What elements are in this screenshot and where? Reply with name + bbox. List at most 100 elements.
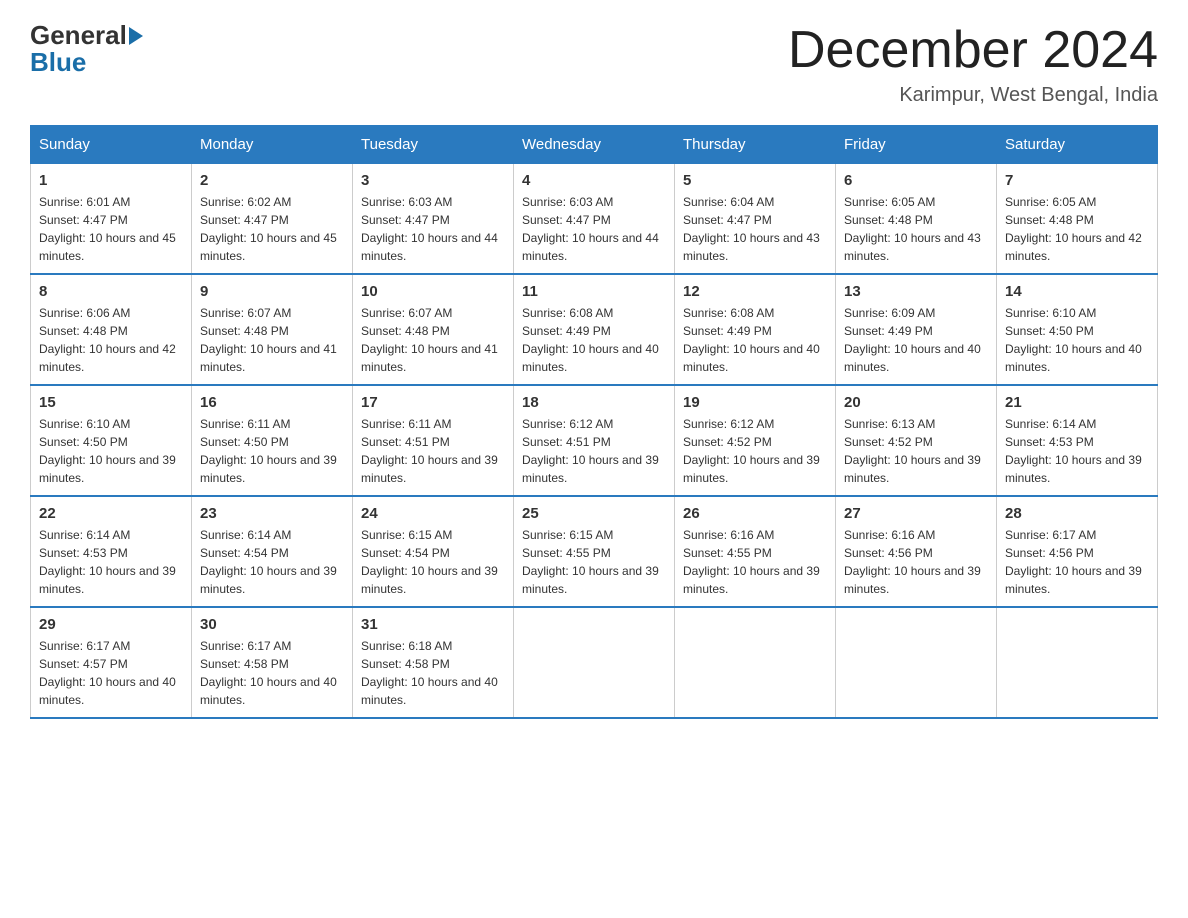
day-info: Sunrise: 6:17 AMSunset: 4:58 PMDaylight:… [200,637,344,709]
calendar-cell [836,607,997,718]
calendar-cell: 2Sunrise: 6:02 AMSunset: 4:47 PMDaylight… [192,164,353,275]
day-number: 13 [844,283,988,300]
weekday-header-thursday: Thursday [675,126,836,164]
calendar-cell: 25Sunrise: 6:15 AMSunset: 4:55 PMDayligh… [514,496,675,607]
day-info: Sunrise: 6:07 AMSunset: 4:48 PMDaylight:… [361,304,505,376]
day-number: 27 [844,505,988,522]
day-number: 7 [1005,172,1149,189]
calendar-cell: 22 Sunrise: 6:14 AMSunset: 4:53 PMDayligh… [31,496,192,607]
calendar-week-row: 15Sunrise: 6:10 AMSunset: 4:50 PMDayligh… [31,385,1158,496]
calendar-cell: 1 Sunrise: 6:01 AMSunset: 4:47 PMDaylight… [31,164,192,275]
day-info: Sunrise: 6:09 AMSunset: 4:49 PMDaylight:… [844,304,988,376]
day-info: Sunrise: 6:15 AMSunset: 4:54 PMDaylight:… [361,526,505,598]
day-number: 5 [683,172,827,189]
calendar-cell: 27 Sunrise: 6:16 AMSunset: 4:56 PMDayligh… [836,496,997,607]
day-number: 16 [200,394,344,411]
calendar-cell [997,607,1158,718]
calendar-cell: 15Sunrise: 6:10 AMSunset: 4:50 PMDayligh… [31,385,192,496]
calendar-week-row: 22 Sunrise: 6:14 AMSunset: 4:53 PMDayligh… [31,496,1158,607]
day-number: 26 [683,505,827,522]
day-info: Sunrise: 6:06 AMSunset: 4:48 PMDaylight:… [39,304,183,376]
calendar-cell: 8Sunrise: 6:06 AMSunset: 4:48 PMDaylight… [31,274,192,385]
day-info: Sunrise: 6:16 AMSunset: 4:56 PMDaylight:… [844,526,988,598]
day-info: Sunrise: 6:01 AMSunset: 4:47 PMDaylight:… [39,193,183,265]
calendar-cell: 16 Sunrise: 6:11 AMSunset: 4:50 PMDayligh… [192,385,353,496]
day-info: Sunrise: 6:12 AMSunset: 4:51 PMDaylight:… [522,415,666,487]
day-info: Sunrise: 6:14 AMSunset: 4:53 PMDaylight:… [1005,415,1149,487]
day-number: 28 [1005,505,1149,522]
day-info: Sunrise: 6:07 AMSunset: 4:48 PMDaylight:… [200,304,344,376]
calendar-cell: 4 Sunrise: 6:03 AMSunset: 4:47 PMDaylight… [514,164,675,275]
calendar-cell: 3Sunrise: 6:03 AMSunset: 4:47 PMDaylight… [353,164,514,275]
calendar-cell: 9 Sunrise: 6:07 AMSunset: 4:48 PMDaylight… [192,274,353,385]
calendar-cell [675,607,836,718]
calendar-cell: 13 Sunrise: 6:09 AMSunset: 4:49 PMDayligh… [836,274,997,385]
day-number: 30 [200,616,344,633]
day-number: 18 [522,394,666,411]
day-info: Sunrise: 6:12 AMSunset: 4:52 PMDaylight:… [683,415,827,487]
day-info: Sunrise: 6:08 AMSunset: 4:49 PMDaylight:… [683,304,827,376]
day-number: 14 [1005,283,1149,300]
day-info: Sunrise: 6:13 AMSunset: 4:52 PMDaylight:… [844,415,988,487]
day-number: 10 [361,283,505,300]
day-info: Sunrise: 6:08 AMSunset: 4:49 PMDaylight:… [522,304,666,376]
day-number: 23 [200,505,344,522]
day-info: Sunrise: 6:17 AMSunset: 4:57 PMDaylight:… [39,637,183,709]
weekday-header-friday: Friday [836,126,997,164]
day-info: Sunrise: 6:11 AMSunset: 4:50 PMDaylight:… [200,415,344,487]
calendar-cell: 6Sunrise: 6:05 AMSunset: 4:48 PMDaylight… [836,164,997,275]
day-number: 2 [200,172,344,189]
day-info: Sunrise: 6:18 AMSunset: 4:58 PMDaylight:… [361,637,505,709]
day-number: 9 [200,283,344,300]
month-title: December 2024 [788,20,1158,80]
day-number: 22 [39,505,183,522]
day-info: Sunrise: 6:17 AMSunset: 4:56 PMDaylight:… [1005,526,1149,598]
weekday-header-row: SundayMondayTuesdayWednesdayThursdayFrid… [31,126,1158,164]
calendar-header: SundayMondayTuesdayWednesdayThursdayFrid… [31,126,1158,164]
logo-blue: Blue [30,47,86,78]
calendar-week-row: 1 Sunrise: 6:01 AMSunset: 4:47 PMDaylight… [31,164,1158,275]
calendar-cell: 10 Sunrise: 6:07 AMSunset: 4:48 PMDayligh… [353,274,514,385]
calendar-cell: 26 Sunrise: 6:16 AMSunset: 4:55 PMDayligh… [675,496,836,607]
weekday-header-tuesday: Tuesday [353,126,514,164]
day-number: 4 [522,172,666,189]
calendar-cell: 14Sunrise: 6:10 AMSunset: 4:50 PMDayligh… [997,274,1158,385]
calendar-cell: 18 Sunrise: 6:12 AMSunset: 4:51 PMDayligh… [514,385,675,496]
day-info: Sunrise: 6:16 AMSunset: 4:55 PMDaylight:… [683,526,827,598]
calendar-cell: 5 Sunrise: 6:04 AMSunset: 4:47 PMDaylight… [675,164,836,275]
calendar-cell: 24Sunrise: 6:15 AMSunset: 4:54 PMDayligh… [353,496,514,607]
location-title: Karimpur, West Bengal, India [788,84,1158,107]
weekday-header-sunday: Sunday [31,126,192,164]
calendar-cell: 7 Sunrise: 6:05 AMSunset: 4:48 PMDaylight… [997,164,1158,275]
day-info: Sunrise: 6:05 AMSunset: 4:48 PMDaylight:… [1005,193,1149,265]
day-number: 15 [39,394,183,411]
weekday-header-wednesday: Wednesday [514,126,675,164]
day-number: 19 [683,394,827,411]
calendar-cell: 30 Sunrise: 6:17 AMSunset: 4:58 PMDayligh… [192,607,353,718]
calendar-cell: 28 Sunrise: 6:17 AMSunset: 4:56 PMDayligh… [997,496,1158,607]
calendar-cell: 19 Sunrise: 6:12 AMSunset: 4:52 PMDayligh… [675,385,836,496]
title-area: December 2024 Karimpur, West Bengal, Ind… [788,20,1158,107]
day-info: Sunrise: 6:14 AMSunset: 4:53 PMDaylight:… [39,526,183,598]
day-number: 6 [844,172,988,189]
day-number: 25 [522,505,666,522]
day-number: 31 [361,616,505,633]
calendar-cell [514,607,675,718]
page-header: General Blue December 2024 Karimpur, Wes… [30,20,1158,107]
calendar-week-row: 29Sunrise: 6:17 AMSunset: 4:57 PMDayligh… [31,607,1158,718]
day-info: Sunrise: 6:03 AMSunset: 4:47 PMDaylight:… [361,193,505,265]
calendar-cell: 20Sunrise: 6:13 AMSunset: 4:52 PMDayligh… [836,385,997,496]
day-number: 11 [522,283,666,300]
day-info: Sunrise: 6:11 AMSunset: 4:51 PMDaylight:… [361,415,505,487]
calendar-cell: 29Sunrise: 6:17 AMSunset: 4:57 PMDayligh… [31,607,192,718]
logo: General Blue [30,20,145,78]
weekday-header-saturday: Saturday [997,126,1158,164]
calendar-week-row: 8Sunrise: 6:06 AMSunset: 4:48 PMDaylight… [31,274,1158,385]
day-info: Sunrise: 6:04 AMSunset: 4:47 PMDaylight:… [683,193,827,265]
day-number: 1 [39,172,183,189]
day-info: Sunrise: 6:03 AMSunset: 4:47 PMDaylight:… [522,193,666,265]
calendar-cell: 23Sunrise: 6:14 AMSunset: 4:54 PMDayligh… [192,496,353,607]
calendar-cell: 12 Sunrise: 6:08 AMSunset: 4:49 PMDayligh… [675,274,836,385]
day-number: 12 [683,283,827,300]
calendar-body: 1 Sunrise: 6:01 AMSunset: 4:47 PMDaylight… [31,164,1158,719]
